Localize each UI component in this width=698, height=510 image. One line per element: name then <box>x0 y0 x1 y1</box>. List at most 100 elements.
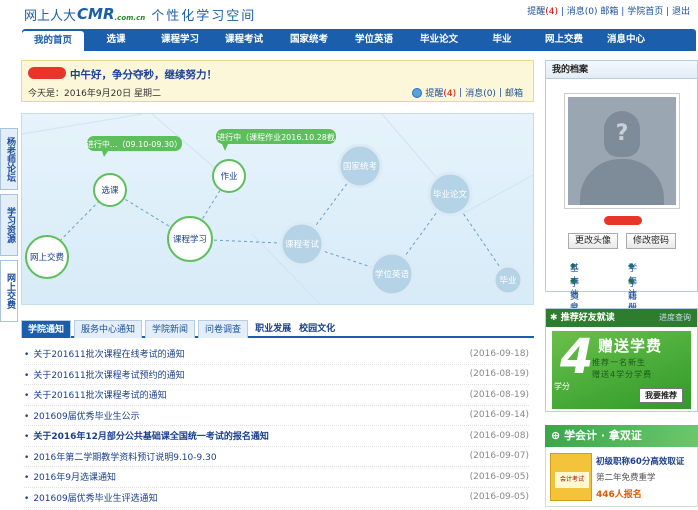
tab-career[interactable]: 职业发展 <box>251 320 295 338</box>
news-date: (2016-08-19) <box>469 389 529 400</box>
bg-line-1 <box>22 114 143 135</box>
nav-my-home[interactable]: 我的首页 <box>22 31 84 51</box>
node-study[interactable]: 课程学习 <box>167 216 213 262</box>
node-graduate-label: 毕业 <box>499 275 516 286</box>
invite-box: ✱ 推荐好友就读 进度查询 4 学分 赠送学费 推荐一名新生 赠送4学分学费 我… <box>545 308 698 412</box>
node-national[interactable]: 国家统考 <box>337 143 383 189</box>
greeting-panel: 中午好，争分夺秒，继续努力！ 今天是：2016年9月20日 星期二 提醒(4) … <box>21 60 534 102</box>
bubble-homework-text: 进行中（课程作业2016.10.28截 <box>217 132 335 142</box>
accounting-line1: 初级职称60分高效取证 <box>596 457 685 467</box>
slogan: 个性化学习空间 <box>151 8 257 24</box>
invite-line2: 赠送4学分学费 <box>592 370 653 379</box>
nav-degree-english[interactable]: 学位英语 <box>342 29 406 51</box>
current-date: 今天是：2016年9月20日 星期二 <box>28 89 161 99</box>
news-item[interactable]: • 2016年第二学期教学资料预订说明9.10-9.30 (2016-09-07) <box>24 447 529 467</box>
tab-campus-culture[interactable]: 校园文化 <box>295 320 339 338</box>
node-graduate[interactable]: 毕业 <box>492 264 524 296</box>
node-exam-label: 课程考试 <box>285 239 320 250</box>
accounting-title: 学会计 · 拿双证 <box>564 429 642 442</box>
news-item[interactable]: • 关于201611批次课程在线考试的通知 (2016-09-18) <box>24 344 529 365</box>
avatar-body-shape <box>580 159 664 205</box>
change-avatar-button[interactable]: 更改头像 <box>568 233 618 249</box>
side-tabs: 杨老师论坛 学习资源 网上交费 <box>0 128 18 326</box>
nav-message-center[interactable]: 消息中心 <box>596 29 656 51</box>
news-date: (2016-09-05) <box>469 492 529 503</box>
news-title: 关于201611批次课程考试的通知 <box>33 391 167 402</box>
messages-link[interactable]: 消息(0) <box>567 7 598 17</box>
accounting-line2: 第二年免费重学 <box>596 473 656 483</box>
nav-course-exam[interactable]: 课程考试 <box>212 29 276 51</box>
nav-course-study[interactable]: 课程学习 <box>148 29 212 51</box>
change-password-button[interactable]: 修改密码 <box>626 233 676 249</box>
nav-select-course[interactable]: 选课 <box>84 29 148 51</box>
nav-thesis[interactable]: 毕业论文 <box>406 29 472 51</box>
side-tab-forum[interactable]: 杨老师论坛 <box>0 128 18 190</box>
top-links: 提醒(4) | 消息(0) 邮箱 | 学院首页 | 退出 <box>527 7 690 17</box>
college-home-link[interactable]: 学院首页 <box>627 7 663 17</box>
greeting-remind-label: 提醒 <box>425 89 444 99</box>
site-logo[interactable]: 网上人大 CMR .com.cn 个性化学习空间 <box>24 4 256 24</box>
news-item[interactable]: • 关于2016年12月部分公共基础课全国统一考试的报名通知 (2016-09-08… <box>24 426 529 447</box>
news-date: (2016-09-07) <box>469 451 529 462</box>
greeting-message: 中午好，争分夺秒，继续努力！ <box>70 69 217 81</box>
news-title: 2016年9月选课通知 <box>33 473 116 484</box>
node-homework-label: 作业 <box>220 171 237 182</box>
tab-college-notice[interactable]: 学院通知 <box>21 320 72 338</box>
node-exam[interactable]: 课程考试 <box>279 221 325 267</box>
greeting-remind-count: (4) <box>443 89 457 99</box>
tab-survey[interactable]: 问卷调查 <box>198 320 249 338</box>
avatar: ? <box>564 93 680 209</box>
news-item[interactable]: • 2016年9月选课通知 (2016-09-05) <box>24 467 529 488</box>
node-national-label: 国家统考 <box>343 161 377 172</box>
node-english[interactable]: 学位英语 <box>369 251 415 297</box>
accounting-ad[interactable]: ⊕ 学会计 · 拿双证 会计考试 初级职称60分高效取证 第二年免费重学 446… <box>545 425 698 507</box>
node-payment-label: 网上交费 <box>30 252 65 263</box>
logo-text: 网上人大 <box>24 8 77 24</box>
news-title: 201609届优秀毕业生公示 <box>33 411 140 422</box>
tab-service-notice[interactable]: 服务中心通知 <box>74 320 143 338</box>
remind-label: 提醒 <box>527 7 546 17</box>
logo-domain: .com.cn <box>114 14 146 22</box>
avatar-head-shape: ? <box>604 111 640 157</box>
user-name-redacted <box>28 67 66 79</box>
invite-banner[interactable]: 4 学分 赠送学费 推荐一名新生 赠送4学分学费 我要推荐 <box>552 331 691 409</box>
tab-college-news[interactable]: 学院新闻 <box>145 320 196 338</box>
news-item[interactable]: • 201609届优秀毕业生公示 (2016-09-14) <box>24 406 529 426</box>
mail-link[interactable]: 邮箱 <box>600 7 618 17</box>
side-tab-payment[interactable]: 网上交费 <box>0 260 18 322</box>
news-title: 关于201611批次课程在线考试的通知 <box>33 350 185 361</box>
bullet-icon: • <box>24 493 30 504</box>
nav-national-exam[interactable]: 国家统考 <box>276 29 342 51</box>
accounting-signups: 446人报名 <box>596 490 642 500</box>
recommend-button[interactable]: 我要推荐 <box>639 388 683 403</box>
news-date: (2016-09-08) <box>469 430 529 441</box>
news-date: (2016-09-05) <box>469 471 529 482</box>
nav-payment[interactable]: 网上交费 <box>532 29 596 51</box>
bubble-homework: 进行中（课程作业2016.10.28截 <box>216 129 336 151</box>
accounting-header: ⊕ 学会计 · 拿双证 <box>545 425 698 447</box>
news-item[interactable]: • 关于201611批次课程考试预约的通知 (2016-08-19) <box>24 365 529 385</box>
node-homework[interactable]: 作业 <box>212 159 246 193</box>
node-select[interactable]: 选课 <box>93 173 127 207</box>
news-list: • 关于201611批次课程在线考试的通知 (2016-09-18) • 关于2016… <box>24 344 529 508</box>
bullet-icon: • <box>24 473 30 484</box>
greeting-messages-link[interactable]: 消息(0) <box>465 86 496 99</box>
node-payment[interactable]: 网上交费 <box>25 235 69 279</box>
right-column: 我的档案 ? 更改头像 修改密码 ◆ 基本信息 ◆ 学年注册 ◆ 学费账户 ◆ … <box>545 60 698 507</box>
news-title: 关于2016年12月部分公共基础课全国统一考试的报名通知 <box>33 432 269 443</box>
news-item[interactable]: • 201609届优秀毕业生评选通知 (2016-09-05) <box>24 488 529 508</box>
logout-link[interactable]: 退出 <box>672 7 690 17</box>
invite-title: 推荐好友就读 <box>560 313 615 323</box>
greeting-remind-link[interactable]: 提醒(4) <box>425 86 456 99</box>
remind-link[interactable]: 提醒(4) <box>527 7 558 17</box>
accounting-body: 会计考试 初级职称60分高效取证 第二年免费重学 446人报名 <box>545 447 698 507</box>
invite-number: 4 <box>560 331 594 385</box>
news-date: (2016-09-14) <box>469 410 529 421</box>
progress-query-link[interactable]: 进度查询 <box>659 309 691 327</box>
news-title: 关于201611批次课程考试预约的通知 <box>33 370 185 381</box>
nav-graduate[interactable]: 毕业 <box>472 29 532 51</box>
greeting-mail-link[interactable]: 邮箱 <box>505 86 523 99</box>
node-thesis[interactable]: 毕业论文 <box>427 171 473 217</box>
news-item[interactable]: • 关于201611批次课程考试的通知 (2016-08-19) <box>24 385 529 406</box>
side-tab-resources[interactable]: 学习资源 <box>0 194 18 256</box>
